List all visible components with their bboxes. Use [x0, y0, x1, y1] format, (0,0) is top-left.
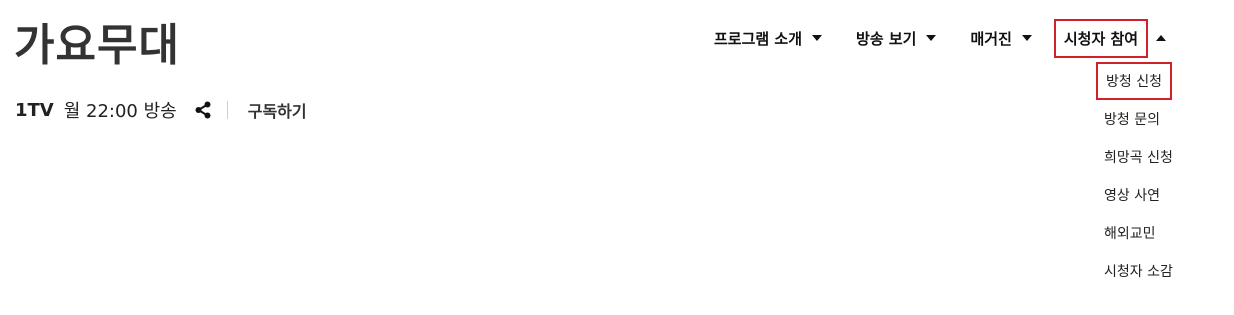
submenu-item-viewer-comments[interactable]: 시청자 소감: [1096, 252, 1216, 290]
channel-label: 1TV: [15, 99, 54, 121]
nav-item-label: 시청자 참여: [1053, 18, 1149, 58]
share-icon[interactable]: [193, 100, 213, 120]
submenu-item-audience-inquiry[interactable]: 방청 문의: [1096, 100, 1216, 138]
meta-divider: [226, 101, 228, 119]
submenu-item-video-story[interactable]: 영상 사연: [1096, 176, 1216, 214]
share-icon-graphic: [195, 101, 211, 119]
caret-up-icon: [1156, 35, 1167, 41]
broadcast-schedule: 월 22:00 방송: [63, 101, 177, 122]
submenu-item-overseas-koreans[interactable]: 해외교민: [1096, 214, 1216, 252]
program-meta: 1TV 월 22:00 방송 구독하기: [15, 96, 307, 124]
caret-down-icon: [812, 35, 823, 41]
nav-item-viewer-participation[interactable]: 시청자 참여: [1053, 18, 1167, 58]
main-navigation: 프로그램 소개 방송 보기 매거진 시청자 참여: [700, 14, 1167, 62]
nav-item-magazine[interactable]: 매거진: [970, 28, 1032, 49]
subscribe-button[interactable]: 구독하기: [248, 98, 307, 122]
caret-down-icon: [926, 35, 937, 41]
page: 가요무대 1TV 월 22:00 방송 구독하기 프로그램 소개 방송 보기 매…: [0, 0, 1234, 315]
nav-item-program-intro[interactable]: 프로그램 소개: [714, 28, 823, 49]
submenu-item-label: 희망곡 신청: [1104, 150, 1173, 166]
submenu-item-label: 방청 신청: [1096, 62, 1172, 100]
submenu-item-song-request[interactable]: 희망곡 신청: [1096, 138, 1216, 176]
nav-item-label: 방송 보기: [856, 29, 917, 48]
nav-item-label: 매거진: [970, 29, 1012, 48]
submenu-item-label: 방청 문의: [1104, 112, 1160, 128]
nav-item-label: 프로그램 소개: [714, 29, 803, 48]
caret-down-icon: [1021, 35, 1032, 41]
program-title: 가요무대: [14, 20, 180, 71]
submenu-item-label: 해외교민: [1104, 226, 1156, 242]
nav-item-watch[interactable]: 방송 보기: [856, 28, 937, 49]
submenu-item-label: 시청자 소감: [1104, 264, 1173, 280]
submenu-item-audience-apply[interactable]: 방청 신청: [1096, 62, 1216, 100]
submenu-item-label: 영상 사연: [1104, 188, 1160, 204]
viewer-participation-submenu: 방청 신청 방청 문의 희망곡 신청 영상 사연 해외교민 시청자 소감: [1096, 62, 1216, 290]
